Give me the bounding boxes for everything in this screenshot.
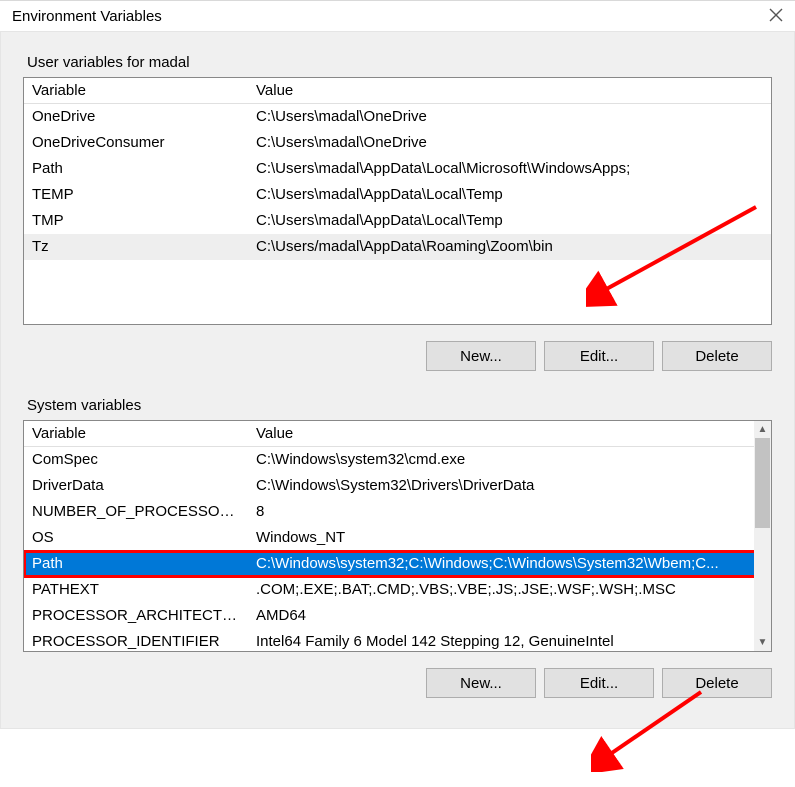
cell-value: C:\Users/madal\AppData\Roaming\Zoom\bin <box>248 234 771 260</box>
cell-variable: OneDrive <box>24 104 248 130</box>
table-row[interactable]: TEMP C:\Users\madal\AppData\Local\Temp <box>24 182 771 208</box>
dialog-body: User variables for madal Variable Value … <box>0 31 795 729</box>
cell-value: C:\Windows\system32\cmd.exe <box>248 447 754 473</box>
titlebar: Environment Variables <box>0 1 795 31</box>
table-row[interactable]: ComSpec C:\Windows\system32\cmd.exe <box>24 447 771 473</box>
scrollbar[interactable]: ▲ ▼ <box>754 421 771 651</box>
column-header-variable[interactable]: Variable <box>24 421 248 446</box>
column-header-value[interactable]: Value <box>248 421 754 446</box>
user-edit-button[interactable]: Edit... <box>544 341 654 371</box>
system-new-button[interactable]: New... <box>426 668 536 698</box>
cell-variable: DriverData <box>24 473 248 499</box>
cell-value: Windows_NT <box>248 525 754 551</box>
cell-variable: Path <box>24 156 248 182</box>
dialog-title: Environment Variables <box>12 8 162 25</box>
cell-value: C:\Windows\System32\Drivers\DriverData <box>248 473 754 499</box>
cell-value: Intel64 Family 6 Model 142 Stepping 12, … <box>248 629 754 652</box>
table-row[interactable]: PROCESSOR_IDENTIFIER Intel64 Family 6 Mo… <box>24 629 771 652</box>
cell-value: 8 <box>248 499 754 525</box>
user-delete-button[interactable]: Delete <box>662 341 772 371</box>
column-header-value[interactable]: Value <box>248 78 771 103</box>
user-buttons: New... Edit... Delete <box>23 325 772 391</box>
user-new-button[interactable]: New... <box>426 341 536 371</box>
user-variables-list[interactable]: Variable Value OneDrive C:\Users\madal\O… <box>23 77 772 325</box>
table-row[interactable]: PATHEXT .COM;.EXE;.BAT;.CMD;.VBS;.VBE;.J… <box>24 577 771 603</box>
system-variables-label: System variables <box>23 397 772 414</box>
cell-value: C:\Users\madal\AppData\Local\Temp <box>248 182 771 208</box>
cell-variable: OneDriveConsumer <box>24 130 248 156</box>
table-row[interactable]: TMP C:\Users\madal\AppData\Local\Temp <box>24 208 771 234</box>
table-row[interactable]: DriverData C:\Windows\System32\Drivers\D… <box>24 473 771 499</box>
cell-value: C:\Users\madal\OneDrive <box>248 130 771 156</box>
env-vars-dialog: Environment Variables User variables for… <box>0 0 795 729</box>
cell-variable: ComSpec <box>24 447 248 473</box>
close-icon[interactable] <box>769 7 783 25</box>
scroll-up-icon[interactable]: ▲ <box>754 421 771 438</box>
user-variables-group: User variables for madal Variable Value … <box>23 54 772 391</box>
cell-variable: PROCESSOR_ARCHITECTURE <box>24 603 248 629</box>
system-variables-list[interactable]: Variable Value ComSpec C:\Windows\system… <box>23 420 772 652</box>
list-header[interactable]: Variable Value <box>24 421 771 447</box>
user-variables-label: User variables for madal <box>23 54 772 71</box>
cell-variable: NUMBER_OF_PROCESSORS <box>24 499 248 525</box>
cell-value: .COM;.EXE;.BAT;.CMD;.VBS;.VBE;.JS;.JSE;.… <box>248 577 754 603</box>
cell-variable: OS <box>24 525 248 551</box>
cell-variable: PROCESSOR_IDENTIFIER <box>24 629 248 652</box>
cell-value: C:\Windows\system32;C:\Windows;C:\Window… <box>248 551 754 577</box>
scroll-thumb[interactable] <box>755 438 770 528</box>
system-buttons: New... Edit... Delete <box>23 652 772 718</box>
cell-variable: TMP <box>24 208 248 234</box>
table-row[interactable]: OneDriveConsumer C:\Users\madal\OneDrive <box>24 130 771 156</box>
table-row[interactable]: NUMBER_OF_PROCESSORS 8 <box>24 499 771 525</box>
table-row[interactable]: PROCESSOR_ARCHITECTURE AMD64 <box>24 603 771 629</box>
table-row[interactable]: Path C:\Users\madal\AppData\Local\Micros… <box>24 156 771 182</box>
cell-value: C:\Users\madal\OneDrive <box>248 104 771 130</box>
table-row[interactable]: Tz C:\Users/madal\AppData\Roaming\Zoom\b… <box>24 234 771 260</box>
scroll-down-icon[interactable]: ▼ <box>754 634 771 651</box>
cell-variable: PATHEXT <box>24 577 248 603</box>
cell-value: C:\Users\madal\AppData\Local\Microsoft\W… <box>248 156 771 182</box>
table-row[interactable]: OS Windows_NT <box>24 525 771 551</box>
cell-variable: Path <box>24 551 248 577</box>
system-delete-button[interactable]: Delete <box>662 668 772 698</box>
list-header[interactable]: Variable Value <box>24 78 771 104</box>
cell-value: C:\Users\madal\AppData\Local\Temp <box>248 208 771 234</box>
scroll-track[interactable] <box>754 438 771 634</box>
cell-variable: Tz <box>24 234 248 260</box>
cell-value: AMD64 <box>248 603 754 629</box>
system-variables-group: System variables Variable Value ComSpec … <box>23 397 772 718</box>
cell-variable: TEMP <box>24 182 248 208</box>
system-edit-button[interactable]: Edit... <box>544 668 654 698</box>
table-row[interactable]: OneDrive C:\Users\madal\OneDrive <box>24 104 771 130</box>
table-row[interactable]: Path C:\Windows\system32;C:\Windows;C:\W… <box>24 551 771 577</box>
column-header-variable[interactable]: Variable <box>24 78 248 103</box>
